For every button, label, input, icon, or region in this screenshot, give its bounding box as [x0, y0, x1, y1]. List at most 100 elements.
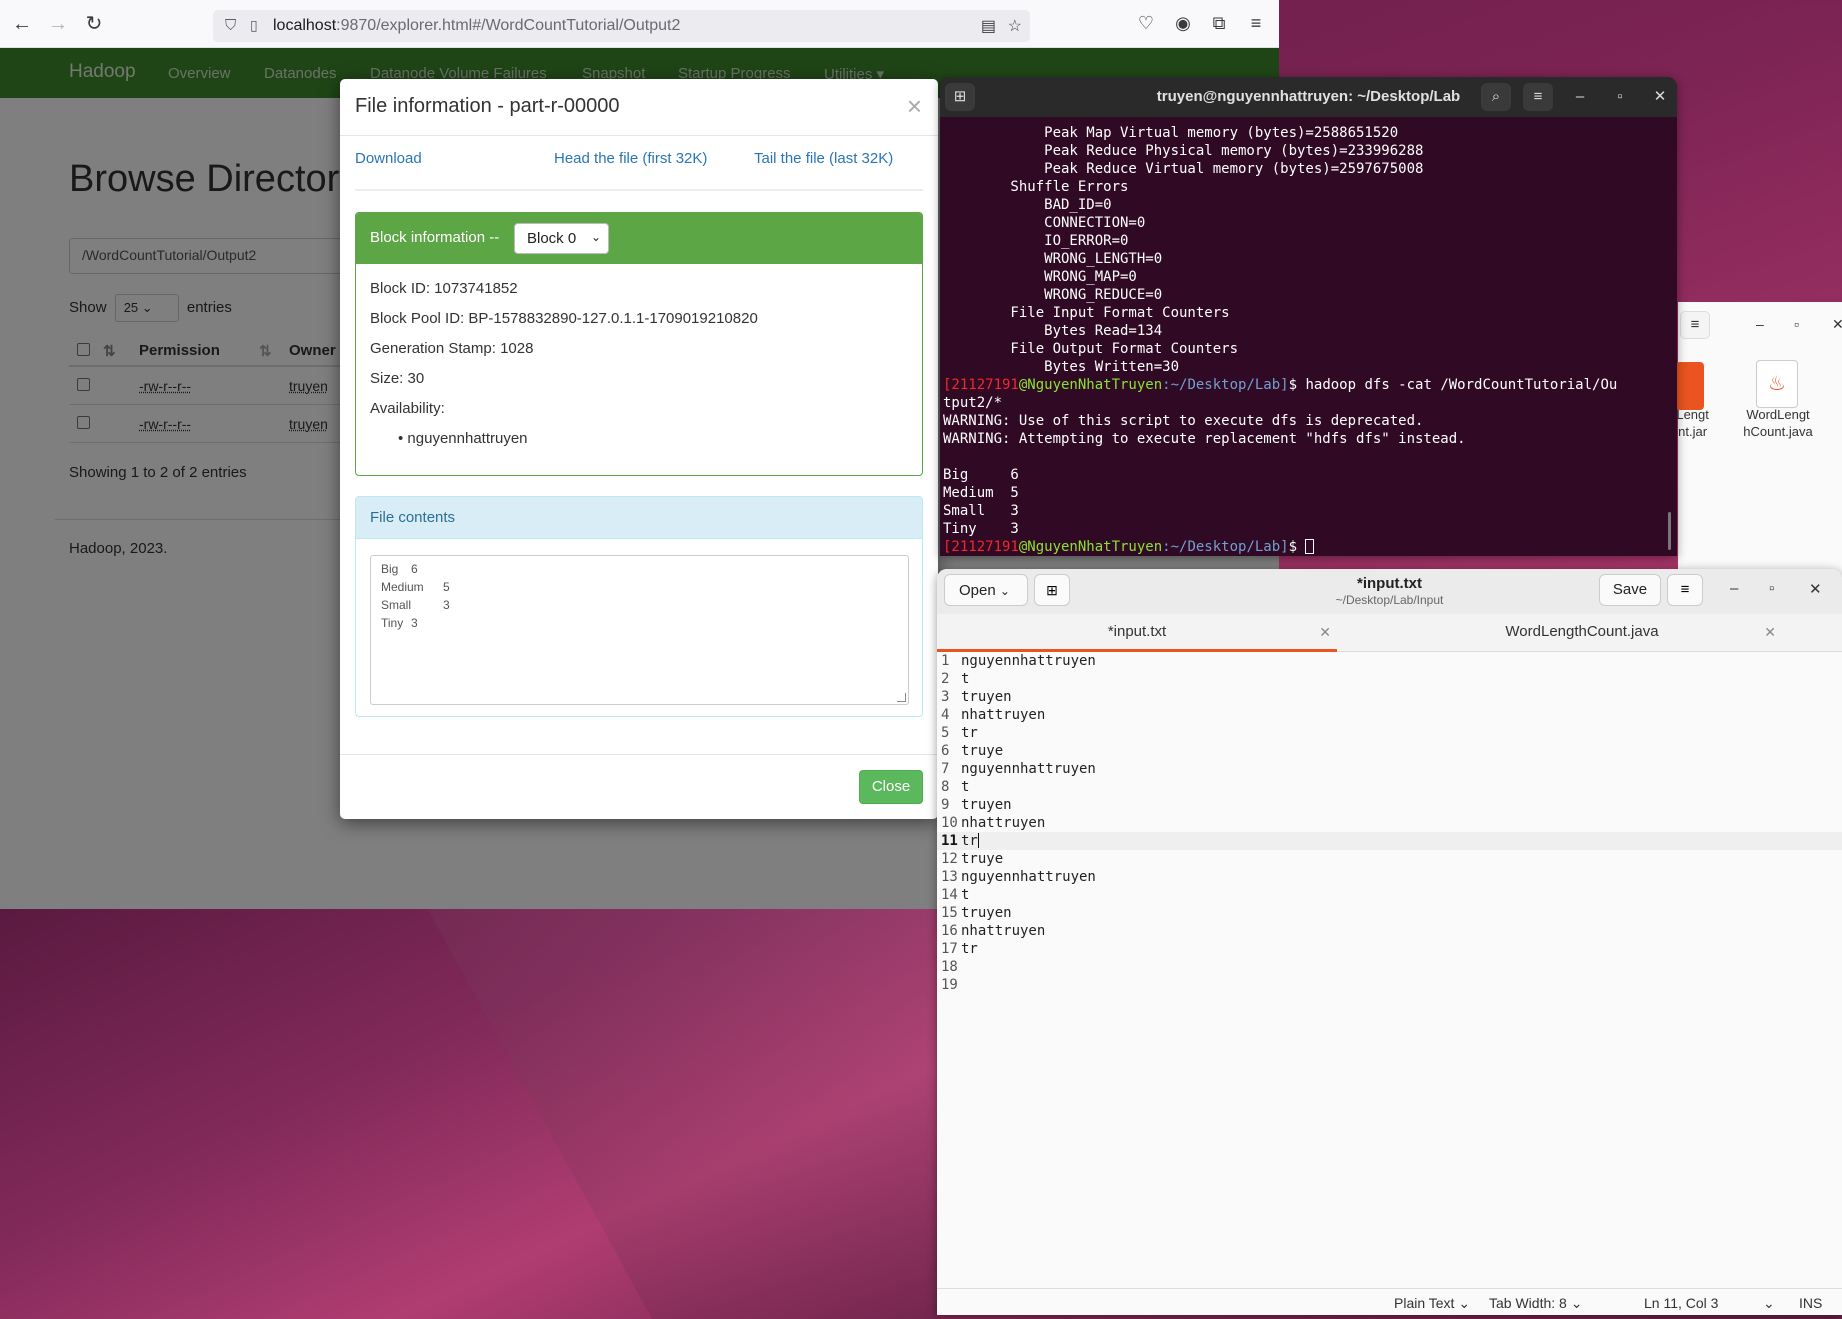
editor-line[interactable]: 6 truye: [937, 742, 1842, 760]
editor-line[interactable]: 14 t: [937, 886, 1842, 904]
pocket-icon[interactable]: ♡: [1135, 13, 1157, 34]
editor-tabs: *input.txt ✕ WordLengthCount.java ✕: [937, 614, 1842, 652]
resize-grip-icon[interactable]: [897, 693, 906, 702]
modal-title: File information - part-r-00000: [355, 95, 620, 117]
terminal-line: File Output Format Counters: [943, 341, 1239, 357]
url-bar[interactable]: ⛉ ▯ localhost:9870/explorer.html#/WordCo…: [213, 10, 1030, 42]
minimize-icon[interactable]: –: [1565, 83, 1595, 111]
tab-wordlengthcount-java[interactable]: WordLengthCount.java ✕: [1382, 614, 1782, 652]
download-link[interactable]: Download: [355, 150, 422, 167]
line-number: 6: [941, 743, 950, 759]
block-info-panel: Block information -- Block 0 ⌄ Block ID:…: [355, 212, 923, 476]
minimize-icon[interactable]: –: [1730, 580, 1738, 597]
line-text: t: [961, 779, 970, 795]
close-icon[interactable]: ✕: [1809, 580, 1822, 598]
terminal-scrollbar[interactable]: [1668, 512, 1671, 550]
editor-line[interactable]: 5 tr: [937, 724, 1842, 742]
line-text: tr: [961, 833, 978, 849]
terminal-line: Peak Reduce Physical memory (bytes)=2339…: [943, 143, 1424, 159]
maximize-icon[interactable]: ▫: [1769, 580, 1774, 597]
hamburger-menu-icon[interactable]: ≡: [1680, 311, 1710, 339]
tab-input-txt[interactable]: *input.txt ✕: [937, 614, 1337, 652]
tail-file-link[interactable]: Tail the file (last 32K): [754, 150, 893, 167]
editor-line[interactable]: 2t: [937, 670, 1842, 688]
editor-line[interactable]: 17 tr: [937, 940, 1842, 958]
hamburger-menu-icon[interactable]: ≡: [1523, 83, 1553, 111]
forward-arrow-icon[interactable]: →: [46, 12, 70, 36]
line-number: 2: [941, 671, 950, 687]
account-icon[interactable]: ◉: [1172, 13, 1194, 34]
editor-line[interactable]: 12 truye: [937, 850, 1842, 868]
line-text: nhattruyen: [961, 923, 1046, 939]
line-number: 16: [941, 923, 958, 939]
prompt-host: @NguyenNhatTruyen: [1018, 377, 1163, 393]
terminal-line: Big 6: [943, 467, 1019, 483]
editor-line[interactable]: 18: [937, 958, 1842, 976]
editor-line[interactable]: 19: [937, 976, 1842, 994]
close-button[interactable]: Close: [859, 770, 923, 804]
editor-line[interactable]: 4 nhattruyen: [937, 706, 1842, 724]
line-text: truyen: [961, 689, 1012, 705]
maximize-icon[interactable]: ▫: [1605, 83, 1635, 111]
close-tab-icon[interactable]: ✕: [1764, 614, 1776, 650]
line-number: 3: [941, 689, 950, 705]
minimize-icon[interactable]: –: [1756, 316, 1764, 332]
line-number: 13: [941, 869, 958, 885]
editor-line[interactable]: 3 truyen: [937, 688, 1842, 706]
insert-mode[interactable]: INS: [1799, 1295, 1822, 1311]
close-tab-icon[interactable]: ✕: [1319, 614, 1331, 650]
line-text: nguyennhattruyen: [961, 869, 1096, 885]
terminal-window[interactable]: ⊞ truyen@nguyennhattruyen: ~/Desktop/Lab…: [940, 77, 1677, 556]
jar-file-icon[interactable]: [1676, 362, 1704, 410]
file-info-modal: File information - part-r-00000 × Downlo…: [340, 79, 938, 819]
close-icon[interactable]: ✕: [1832, 316, 1842, 333]
editor-line[interactable]: 9 truyen: [937, 796, 1842, 814]
file-contents-textarea[interactable]: Big 6 Medium 5 Small 3 Tiny 3: [370, 555, 909, 705]
editor-line[interactable]: 10 nhattruyen: [937, 814, 1842, 832]
file-line-count: 6: [411, 562, 418, 576]
line-text: t: [961, 671, 970, 687]
close-icon[interactable]: ×: [907, 91, 922, 122]
close-icon[interactable]: ✕: [1645, 83, 1675, 111]
url-text[interactable]: localhost:9870/explorer.html#/WordCountT…: [273, 17, 680, 35]
bookmark-star-icon[interactable]: ☆: [1008, 16, 1022, 36]
hamburger-menu-icon[interactable]: ≡: [1245, 13, 1267, 34]
terminal-line: Peak Reduce Virtual memory (bytes)=25976…: [943, 161, 1424, 177]
back-arrow-icon[interactable]: ←: [10, 12, 34, 36]
block-select[interactable]: Block 0 ⌄: [514, 223, 609, 254]
editor-line[interactable]: 7 nguyennhattruyen: [937, 760, 1842, 778]
editor-line[interactable]: 13 nguyennhattruyen: [937, 868, 1842, 886]
save-button[interactable]: Save: [1599, 574, 1661, 606]
terminal-line: WRONG_REDUCE=0: [943, 287, 1163, 303]
links-divider: [355, 189, 923, 191]
line-text: truye: [961, 851, 1004, 867]
block-select-value: Block 0: [527, 230, 577, 247]
editor-line[interactable]: 15 truyen: [937, 904, 1842, 922]
line-number: 17: [941, 941, 958, 957]
modal-footer-divider: [340, 754, 938, 755]
hamburger-menu-icon[interactable]: ≡: [1667, 574, 1703, 606]
maximize-icon[interactable]: ▫: [1794, 316, 1799, 332]
search-icon[interactable]: ⌕: [1481, 83, 1511, 111]
language-selector[interactable]: Plain Text ⌄: [1394, 1295, 1470, 1312]
file-line: Small 3: [381, 598, 898, 616]
line-number: 7: [941, 761, 950, 777]
editor-line[interactable]: 11 tr: [937, 832, 1842, 850]
extensions-icon[interactable]: ⧉: [1208, 13, 1230, 34]
shield-icon[interactable]: ⛉: [225, 17, 236, 34]
cursor-position[interactable]: Ln 11, Col 3: [1644, 1295, 1718, 1311]
reload-icon[interactable]: ↻: [82, 12, 106, 36]
editor-line[interactable]: 16 nhattruyen: [937, 922, 1842, 940]
editor-line[interactable]: 1 nguyennhattruyen: [937, 652, 1842, 670]
reader-view-icon[interactable]: ▤: [981, 16, 996, 36]
terminal-output[interactable]: Peak Map Virtual memory (bytes)=25886515…: [943, 124, 1668, 556]
editor-line[interactable]: 8t: [937, 778, 1842, 796]
block-info-header: Block information -- Block 0 ⌄: [356, 213, 922, 264]
tab-width-selector[interactable]: Tab Width: 8 ⌄: [1489, 1295, 1582, 1312]
chevron-down-icon[interactable]: ⌄: [1763, 1295, 1775, 1312]
terminal-command: hadoop dfs -cat /WordCountTutorial/Ou: [1297, 377, 1618, 393]
editor-text-area[interactable]: 1 nguyennhattruyen 2 t 3 truyen 4 nhattruyen 5 tr…: [937, 652, 1842, 994]
head-file-link[interactable]: Head the file (first 32K): [554, 150, 707, 167]
java-file-label[interactable]: WordLengt hCount.java: [1736, 406, 1820, 440]
java-file-icon[interactable]: ♨: [1756, 360, 1798, 408]
